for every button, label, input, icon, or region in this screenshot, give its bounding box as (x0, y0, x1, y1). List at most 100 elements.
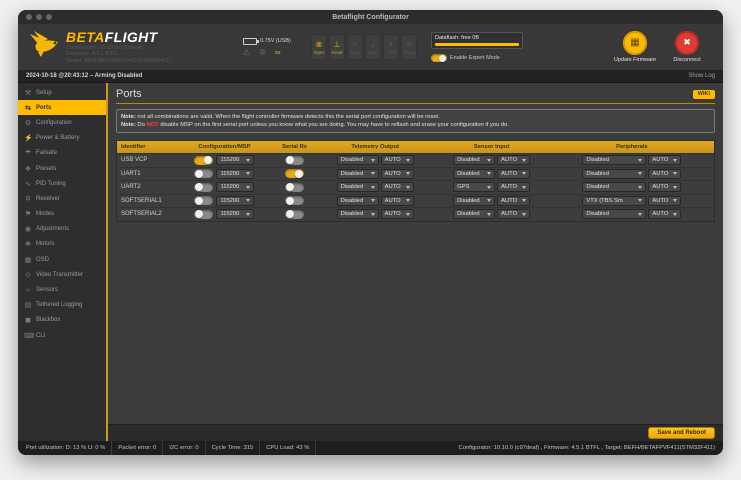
chevron-down-icon (522, 172, 527, 176)
peripherals-select[interactable]: Disabled (582, 168, 647, 179)
chevron-down-icon (246, 185, 251, 189)
serial-rx-toggle[interactable] (285, 169, 305, 179)
chevron-down-icon (673, 158, 678, 162)
modes-icon: ⚑ (24, 211, 32, 219)
peripherals-select[interactable]: Disabled (582, 182, 647, 193)
sidebar-item-cli[interactable]: ⌨ CLI (18, 328, 106, 343)
msp-baud-select[interactable]: 115200 (216, 182, 255, 193)
log-bar: 2024-10-18 @20:43:12 – Arming Disabled S… (18, 70, 723, 83)
save-and-reboot-button[interactable]: Save and Reboot (648, 427, 715, 439)
telemetry-select[interactable]: Disabled (336, 209, 379, 220)
sidebar-item-configuration[interactable]: ⚙ Configuration (18, 115, 106, 130)
telemetry-select[interactable]: Disabled (336, 155, 379, 166)
serial-rx-toggle[interactable] (285, 209, 305, 219)
show-log-button[interactable]: Show Log (688, 73, 715, 79)
disconnect-button[interactable]: ✖ Disconnect (661, 30, 713, 64)
chevron-down-icon (522, 158, 527, 162)
serial-rx-toggle[interactable] (285, 155, 305, 165)
peripherals-baud-select[interactable]: AUTO (648, 168, 682, 179)
telemetry-baud-select[interactable]: AUTO (380, 155, 414, 166)
sensor-baud-select[interactable]: AUTO (497, 182, 531, 193)
sidebar-item-failsafe[interactable]: ☂ Failsafe (18, 146, 106, 161)
msp-toggle[interactable] (194, 182, 214, 192)
peripherals-select[interactable]: Disabled (582, 155, 647, 166)
sidebar-item-ports[interactable]: ⇆ Ports (18, 100, 106, 116)
telemetry-select[interactable]: Disabled (336, 168, 379, 179)
telemetry-select[interactable]: Disabled (336, 195, 379, 206)
sidebar-item-video-transmitter[interactable]: ⊙ Video Transmitter (18, 267, 106, 282)
telemetry-baud-select[interactable]: AUTO (380, 209, 414, 220)
chevron-down-icon (522, 185, 527, 189)
gyro-icon: ⊗ (315, 39, 323, 49)
sensor-baud-select[interactable]: AUTO (497, 209, 531, 220)
link-icon: ∞ (274, 47, 281, 57)
telemetry-baud-select[interactable]: AUTO (380, 182, 414, 193)
ports-icon: ⇆ (25, 104, 31, 112)
sidebar-item-receiver[interactable]: ψ Receiver (18, 191, 106, 206)
telemetry-baud-select[interactable]: AUTO (380, 195, 414, 206)
port-identifier: SOFTSERIAL1 (121, 197, 162, 204)
msp-toggle[interactable] (194, 169, 214, 179)
sidebar-item-power-battery[interactable]: ⚡ Power & Battery (18, 131, 106, 146)
cycle-time: Cycle Time: 315 (206, 441, 261, 455)
sidebar-item-tethered-logging[interactable]: ▤ Tethered Logging (18, 298, 106, 313)
content-toolbar: Save and Reboot (108, 424, 723, 441)
peripherals-baud-select[interactable]: AUTO (648, 209, 682, 220)
sensor-baud-select[interactable]: AUTO (497, 195, 531, 206)
usb-disconnect-icon: ✖ (683, 37, 691, 48)
wiki-button[interactable]: WIKI (692, 89, 715, 99)
peripherals-baud-select[interactable]: AUTO (648, 182, 682, 193)
chevron-down-icon (405, 185, 410, 189)
telemetry-select[interactable]: Disabled (336, 182, 379, 193)
msp-toggle[interactable] (194, 196, 214, 206)
chevron-down-icon (673, 172, 678, 176)
battery-voltage: 0.75V (USB) (260, 38, 291, 44)
peripherals-select[interactable]: Disabled (582, 209, 647, 220)
serial-rx-toggle[interactable] (285, 182, 305, 192)
cpu-load: CPU Load: 43 % (260, 441, 317, 455)
chevron-down-icon (487, 172, 492, 176)
msp-toggle[interactable] (194, 155, 214, 165)
expert-mode-toggle[interactable] (431, 54, 447, 62)
sonar-icon: ≋ (405, 39, 413, 49)
serial-rx-toggle[interactable] (285, 196, 305, 206)
sidebar-item-pid-tuning[interactable]: ∿ PID Tuning (18, 176, 106, 191)
window-title: Betaflight Configurator (332, 13, 409, 21)
page-title: Ports (116, 88, 142, 100)
peripherals-baud-select[interactable]: AUTO (648, 195, 682, 206)
msp-baud-select[interactable]: 115200 (216, 195, 255, 206)
sensor-input-select[interactable]: Disabled (453, 168, 496, 179)
packet-error: Packet error: 0 (112, 441, 164, 455)
msp-toggle[interactable] (194, 209, 214, 219)
sensor-baud-select[interactable]: AUTO (497, 155, 531, 166)
telemetry-baud-select[interactable]: AUTO (380, 168, 414, 179)
ports-note: Note: not all combinations are valid. Wh… (116, 109, 715, 133)
sidebar-item-osd[interactable]: ▦ OSD (18, 252, 106, 267)
chevron-down-icon (246, 158, 251, 162)
adjustments-icon: ◉ (24, 226, 32, 234)
sensor-input-select[interactable]: Disabled (453, 195, 496, 206)
sidebar-item-setup[interactable]: ⚒ Setup (18, 85, 106, 100)
sidebar-item-adjustments[interactable]: ◉ Adjustments (18, 222, 106, 237)
sidebar-item-modes[interactable]: ⚑ Modes (18, 207, 106, 222)
update-firmware-button[interactable]: ▦ Update Firmware (609, 30, 661, 64)
sidebar-item-sensors[interactable]: ≈ Sensors (18, 282, 106, 297)
sidebar-item-blackbox[interactable]: ◼ Blackbox (18, 313, 106, 328)
msp-baud-select[interactable]: 115200 (216, 168, 255, 179)
sensor-baud-select[interactable]: AUTO (497, 168, 531, 179)
sensor-input-select[interactable]: GPS (453, 182, 496, 193)
chevron-down-icon (370, 158, 375, 162)
chevron-down-icon (638, 185, 643, 189)
sidebar-item-motors[interactable]: ❋ Motors (18, 237, 106, 252)
msp-baud-select[interactable]: 115200 (216, 209, 255, 220)
chevron-down-icon (246, 172, 251, 176)
wrench-icon: ⚒ (24, 89, 32, 97)
msp-baud-select[interactable]: 115200 (216, 155, 255, 166)
peripherals-select[interactable]: VTX (TBS Sm (582, 195, 647, 206)
sensor-input-select[interactable]: Disabled (453, 155, 496, 166)
app-window: Betaflight Configurator BETAFLIGHT Confi… (18, 10, 723, 455)
sensor-input-select[interactable]: Disabled (453, 209, 496, 220)
peripherals-baud-select[interactable]: AUTO (648, 155, 682, 166)
warning-icon: ⚠ (243, 47, 251, 57)
sidebar-item-presets[interactable]: ❖ Presets (18, 161, 106, 176)
